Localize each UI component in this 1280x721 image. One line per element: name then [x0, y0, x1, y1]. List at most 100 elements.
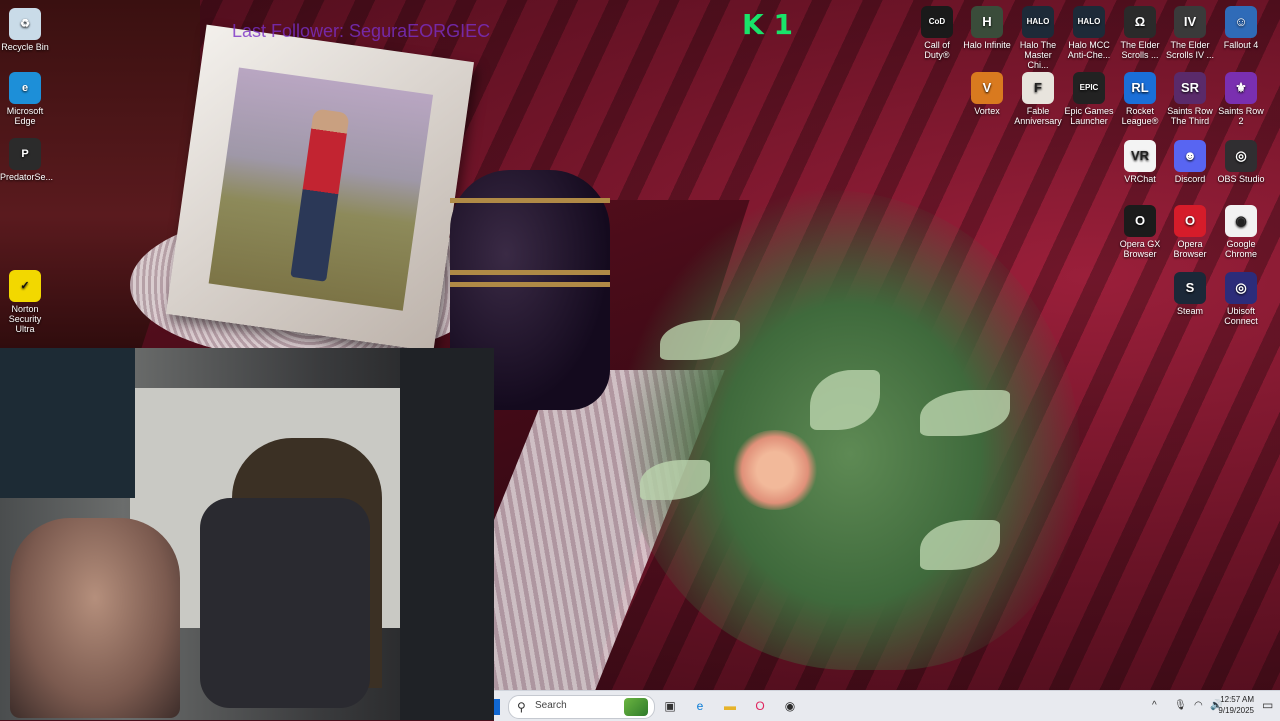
urn-band [450, 270, 610, 275]
wallpaper-flowers [730, 430, 820, 510]
ubisoft-connect-icon: ◎ [1225, 272, 1257, 304]
desktop-icon-label: Halo The Master Chi... [1019, 40, 1057, 70]
desktop-icon[interactable]: VR VRChat [1115, 140, 1165, 184]
plant-leaf [810, 370, 880, 430]
desktop-icon[interactable]: EPIC Epic Games Launcher [1064, 72, 1114, 126]
obs-taskbar-icon[interactable]: ◉ [780, 696, 800, 716]
desktop-icon[interactable]: Ω The Elder Scrolls ... [1115, 6, 1165, 60]
desktop-icon-label: Ubisoft Connect [1224, 306, 1258, 326]
wallpaper-plant [620, 190, 1080, 670]
chrome-icon: ◉ [1225, 205, 1257, 237]
desktop-icon[interactable]: ☺ Fallout 4 [1216, 6, 1266, 50]
desktop-icon-label: Call of Duty® [924, 40, 950, 60]
desktop-icon-label: PredatorSe... [0, 172, 54, 182]
stream-overlay-title: Last Follower: SeguraEORGIEC [232, 21, 491, 41]
desktop-icon[interactable]: ☻ Discord [1165, 140, 1215, 184]
task-view-icon[interactable]: ▣ [660, 696, 680, 716]
webcam-overlay [0, 348, 494, 720]
wifi-icon[interactable]: ◠ [1194, 700, 1203, 711]
saints-row-third-icon: SR [1174, 72, 1206, 104]
plant-leaf [640, 460, 710, 500]
taskbar-clock[interactable]: 12:57 AM 9/19/2025 [1218, 694, 1254, 716]
norton-icon: ✓ [9, 270, 41, 302]
halo-infinite-icon: H [971, 6, 1003, 38]
desktop-icon[interactable]: ◉ Google Chrome [1216, 205, 1266, 259]
desktop-icon[interactable]: IV The Elder Scrolls IV ... [1165, 6, 1215, 60]
desktop-icon-label: Epic Games Launcher [1064, 106, 1114, 126]
desktop-icon-label: Steam [1176, 306, 1203, 316]
start-button[interactable] [494, 699, 500, 715]
microphone-icon[interactable]: 🎙 [1174, 700, 1187, 711]
wallpaper-photo-frame [165, 24, 475, 352]
search-highlight-icon [624, 698, 648, 716]
epic-games-icon: EPIC [1073, 72, 1105, 104]
search-placeholder: Search [535, 700, 567, 711]
webcam-tapestry [0, 348, 135, 498]
search-icon: ⚲ [517, 700, 526, 714]
opera-gx-icon: O [1124, 205, 1156, 237]
tray-chevron-icon[interactable]: ^ [1152, 700, 1157, 711]
obs-studio-icon: ◎ [1225, 140, 1257, 172]
desktop-icon[interactable]: ◎ OBS Studio [1216, 140, 1266, 184]
wallpaper-photo [208, 67, 434, 311]
desktop-icon[interactable]: ♻ Recycle Bin [0, 8, 50, 52]
desktop-icon-label: Vortex [974, 106, 1000, 116]
desktop-icon[interactable]: CoD Call of Duty® [912, 6, 962, 60]
halo-mcc-anticheat-icon: HALO [1073, 6, 1105, 38]
fable-icon: F [1022, 72, 1054, 104]
fallout-4-icon: ☺ [1225, 6, 1257, 38]
call-of-duty-icon: CoD [921, 6, 953, 38]
desktop-icon[interactable]: S Steam [1165, 272, 1215, 316]
desktop-icon[interactable]: V Vortex [962, 72, 1012, 116]
desktop-icon-label: The Elder Scrolls ... [1120, 40, 1160, 60]
steam-icon: S [1174, 272, 1206, 304]
desktop-icon[interactable]: ✓ Norton Security Ultra [0, 270, 50, 334]
desktop-icon[interactable]: F Fable Anniversary [1013, 72, 1063, 126]
plant-leaf [660, 320, 740, 360]
desktop-icon-label: Google Chrome [1224, 239, 1257, 259]
urn-band [450, 282, 610, 287]
file-explorer-icon[interactable]: ▬ [720, 696, 740, 716]
taskbar-search-box[interactable]: ⚲ Search [508, 695, 655, 719]
webcam-dark-area [400, 348, 494, 720]
desktop-icon-label: Norton Security Ultra [8, 304, 42, 334]
desktop-icon[interactable]: e Microsoft Edge [0, 72, 50, 126]
opera-gx-taskbar-icon[interactable]: O [750, 696, 770, 716]
desktop-icon[interactable]: O Opera GX Browser [1115, 205, 1165, 259]
desktop-icon-label: Halo Infinite [963, 40, 1011, 50]
desktop-icon[interactable]: HALO Halo The Master Chi... [1013, 6, 1063, 70]
desktop-icon-label: Halo MCC Anti-Che... [1067, 40, 1111, 60]
plant-leaf [920, 390, 1010, 436]
desktop-icon[interactable]: ⚜ Saints Row 2 [1216, 72, 1266, 126]
edge-icon: e [9, 72, 41, 104]
urn-band [450, 198, 610, 203]
desktop-icon-label: Recycle Bin [1, 42, 49, 52]
desktop-icon-label: OBS Studio [1217, 174, 1265, 184]
desktop-icon-label: Opera Browser [1173, 239, 1207, 259]
desktop-icon[interactable]: ◎ Ubisoft Connect [1216, 272, 1266, 326]
desktop-icon-label: VRChat [1124, 174, 1156, 184]
halo-mcc-icon: HALO [1022, 6, 1054, 38]
vortex-icon: V [971, 72, 1003, 104]
desktop-icon[interactable]: P PredatorSe... [0, 138, 54, 182]
desktop-icon[interactable]: O Opera Browser [1165, 205, 1215, 259]
clock-time: 12:57 AM [1220, 695, 1254, 704]
desktop-icon[interactable]: HALO Halo MCC Anti-Che... [1064, 6, 1114, 60]
desktop-icon-label: Discord [1174, 174, 1206, 184]
recycle-bin-icon: ♻ [9, 8, 41, 40]
desktop-icon[interactable]: H Halo Infinite [962, 6, 1012, 50]
elder-scrolls-icon: Ω [1124, 6, 1156, 38]
desktop-icon[interactable]: RL Rocket League® [1115, 72, 1165, 126]
rocket-league-icon: RL [1124, 72, 1156, 104]
clock-date: 9/19/2025 [1218, 706, 1254, 715]
opera-icon: O [1174, 205, 1206, 237]
notification-icon[interactable]: ▭ [1262, 698, 1273, 712]
predator-sense-icon: P [9, 138, 41, 170]
saints-row-2-icon: ⚜ [1225, 72, 1257, 104]
desktop-icon-label: Microsoft Edge [6, 106, 44, 126]
oblivion-icon: IV [1174, 6, 1206, 38]
desktop-icon[interactable]: SR Saints Row The Third [1165, 72, 1215, 126]
desktop-icon-label: Fable Anniversary [1014, 106, 1062, 126]
webcam-person [10, 518, 180, 718]
edge-taskbar-icon[interactable]: e [690, 696, 710, 716]
